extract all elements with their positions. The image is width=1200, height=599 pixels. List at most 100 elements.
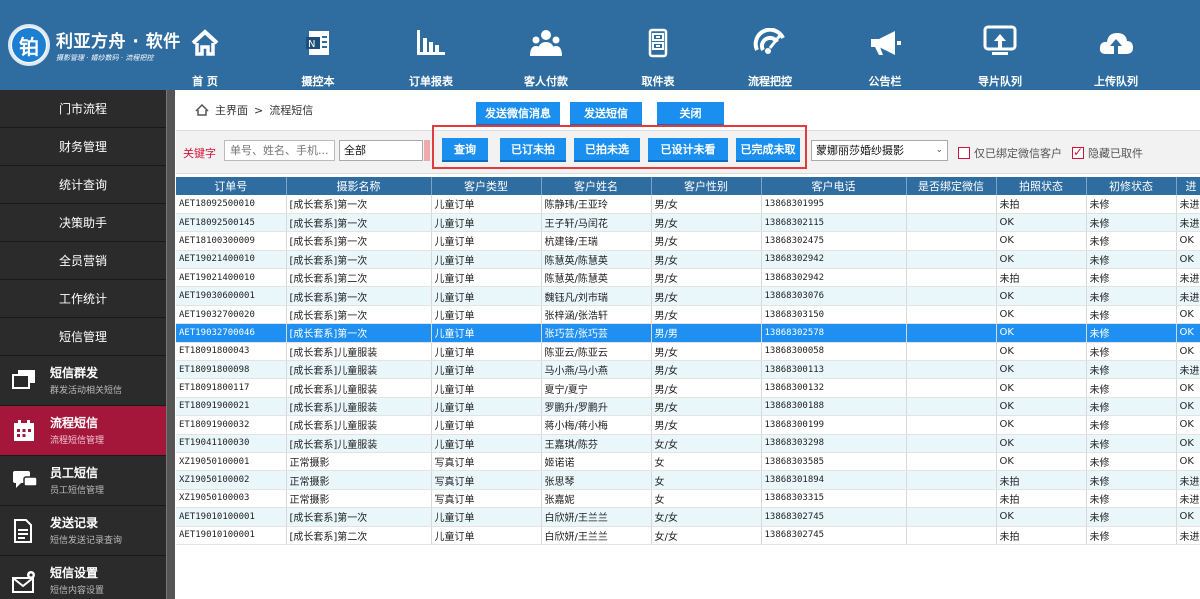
nav-home[interactable]: 首 页: [155, 0, 255, 90]
table-row[interactable]: AET18092500010 [成长套系]第一次 儿童订单 陈静玮/王亚玲 男/女 138…: [176, 195, 1200, 214]
sidebar-item-sms-management[interactable]: 短信管理: [0, 318, 166, 356]
table-cell: OK: [996, 342, 1087, 362]
completed-unpicked-button[interactable]: 已完成未取: [736, 138, 800, 162]
send-wechat-button[interactable]: 发送微信消息: [476, 102, 560, 126]
sidebar-item-statistics[interactable]: 统计查询: [0, 166, 166, 204]
sidebar-item-label: 短信管理: [58, 330, 107, 344]
table-row[interactable]: XZ19050100002 正常摄影 写真订单 张思琴女 13868301894 未拍 未修…: [176, 470, 1200, 490]
scope-select[interactable]: 全部: [339, 140, 423, 161]
table-cell: 儿童订单: [431, 526, 542, 545]
table-row[interactable]: AET19010100001 [成长套系]第二次 儿童订单 白欣妍/王兰兰 女/女 138…: [176, 526, 1200, 545]
table-cell: 13868303150: [761, 305, 907, 325]
nav-upload-queue[interactable]: 上传队列: [1066, 0, 1166, 90]
table-row[interactable]: AET19032700046 [成长套系]第一次 儿童订单 张巧芸/张巧芸 男/男 138…: [176, 323, 1200, 343]
table-cell: 男/女: [651, 360, 762, 380]
table-cell: AET19010100001: [176, 507, 287, 527]
sidebar-item-work-stats[interactable]: 工作统计: [0, 280, 166, 318]
column-header[interactable]: 客户姓名: [541, 177, 652, 195]
nav-customer-payment[interactable]: 客人付款: [496, 0, 596, 90]
scope-select-arrow[interactable]: [424, 140, 430, 161]
sidebar-item-sms-broadcast[interactable]: 短信群发 群发活动相关短信: [0, 356, 166, 406]
ordered-unshot-button[interactable]: 已订未拍: [500, 138, 566, 162]
column-header[interactable]: 是否绑定微信: [906, 177, 997, 195]
column-header[interactable]: 进: [1176, 177, 1200, 195]
table-row[interactable]: ET18091800043 [成长套系]儿童服装 儿童订单 陈亚云/陈亚云 男/女 138…: [176, 342, 1200, 362]
table-row[interactable]: AET19030600001 [成长套系]第一次 儿童订单 魏钰凡/刘市瑞 男/女 138…: [176, 286, 1200, 306]
table-cell: 张巧芸/张巧芸: [541, 323, 652, 343]
column-header[interactable]: 客户电话: [761, 177, 907, 195]
nav-order-report[interactable]: 订单报表: [381, 0, 481, 90]
column-header[interactable]: 客户性别: [651, 177, 762, 195]
only-bound-wechat-checkbox[interactable]: 仅已绑定微信客户: [958, 145, 1062, 161]
table-cell: 13868300058: [761, 342, 907, 362]
column-header[interactable]: 客户类型: [431, 177, 542, 195]
table-cell: 13868302745: [761, 526, 907, 545]
checkbox-box[interactable]: [958, 147, 970, 159]
close-button[interactable]: 关闭: [657, 102, 724, 126]
table-cell: 儿童订单: [431, 268, 542, 288]
hide-picked-checkbox[interactable]: 隐藏已取件: [1072, 145, 1143, 161]
table-cell: OK: [1176, 378, 1200, 398]
table-cell: [906, 489, 997, 509]
table-row[interactable]: ET18091900032 [成长套系]儿童服装 儿童订单 蒋小梅/蒋小梅 男/女 138…: [176, 415, 1200, 435]
table-row[interactable]: AET19032700020 [成长套系]第一次 儿童订单 张梓涵/张浩轩 男/女 138…: [176, 305, 1200, 325]
table-row[interactable]: XZ19050100003 正常摄影 写真订单 张嘉妮女 13868303315 未拍 未修…: [176, 489, 1200, 509]
nav-photo-export-queue[interactable]: 导片队列: [950, 0, 1050, 90]
sidebar-item-decision[interactable]: 决策助手: [0, 204, 166, 242]
table-cell: 未修: [1086, 195, 1177, 214]
table-row[interactable]: AET19010100001 [成长套系]第一次 儿童订单 白欣妍/王兰兰 女/女 138…: [176, 507, 1200, 527]
sidebar-item-finance[interactable]: 财务管理: [0, 128, 166, 166]
table-cell: [成长套系]儿童服装: [286, 415, 432, 435]
table-cell: 儿童订单: [431, 286, 542, 306]
sidebar-item-process-sms[interactable]: 流程短信 流程短信管理: [0, 406, 166, 456]
table-row[interactable]: AET19021400010 [成长套系]第二次 儿童订单 陈慧英/陈慧英 男/女 138…: [176, 268, 1200, 288]
table-row[interactable]: ET18091800098 [成长套系]儿童服装 儿童订单 马小燕/马小燕 男/女 138…: [176, 360, 1200, 380]
sidebar-item-staff-sms[interactable]: 员工短信 员工短信管理: [0, 456, 166, 506]
table-row[interactable]: XZ19050100001 正常摄影 写真订单 姬诺诺女 13868303585 OK 未修…: [176, 452, 1200, 472]
table-cell: 女/女: [651, 526, 762, 545]
sidebar-item-sms-settings[interactable]: 短信设置 短信内容设置: [0, 556, 166, 599]
designed-unviewed-button[interactable]: 已设计未看: [648, 138, 728, 162]
table-row[interactable]: ET18091900021 [成长套系]儿童服装 儿童订单 罗鹏升/罗鹏升 男/女 138…: [176, 397, 1200, 417]
store-select[interactable]: 蒙娜丽莎婚纱摄影 ⌄: [811, 140, 948, 161]
table-row[interactable]: AET19021400010 [成长套系]第一次 儿童订单 陈慧英/陈慧英 男/女 138…: [176, 250, 1200, 270]
table-cell: [成长套系]儿童服装: [286, 378, 432, 398]
sidebar-item-store-process[interactable]: 门市流程: [0, 90, 166, 128]
column-header[interactable]: 拍照状态: [996, 177, 1087, 195]
keyword-input[interactable]: [224, 140, 335, 161]
table-cell: 未修: [1086, 231, 1177, 251]
sidebar-scrollbar[interactable]: [166, 90, 175, 599]
shot-unselected-button[interactable]: 已拍未选: [574, 138, 640, 162]
table-cell: 儿童订单: [431, 195, 542, 214]
sidebar-item-send-records[interactable]: 发送记录 短信发送记录查询: [0, 506, 166, 556]
table-row[interactable]: ET19041100030 [成长套系]儿童服装 儿童订单 王嘉琪/陈芬 女/女 1386…: [176, 434, 1200, 453]
sidebar-item-marketing[interactable]: 全员营销: [0, 242, 166, 280]
logo-badge: 铂: [8, 24, 50, 66]
sidebar-item-subtitle: 员工短信管理: [50, 486, 105, 496]
table-row[interactable]: AET18092500145 [成长套系]第一次 儿童订单 王子轩/马闰花 男/女 138…: [176, 213, 1200, 233]
table-cell: 蒋小梅/蒋小梅: [541, 415, 652, 435]
send-sms-button[interactable]: 发送短信: [570, 102, 642, 126]
query-button[interactable]: 查询: [442, 138, 488, 162]
table-cell: 未修: [1086, 286, 1177, 306]
nav-process-control[interactable]: 流程把控: [720, 0, 820, 90]
cabinet-icon: [648, 28, 668, 58]
nav-pickup-table[interactable]: 取件表: [608, 0, 708, 90]
sidebar-item-subtitle: 群发活动相关短信: [50, 386, 123, 396]
table-cell: 未修: [1086, 434, 1177, 453]
table-cell: 儿童订单: [431, 250, 542, 270]
table-cell: OK: [996, 397, 1087, 417]
column-header[interactable]: 订单号: [176, 177, 287, 195]
table-row[interactable]: AET18100300009 [成长套系]第一次 儿童订单 杭建锋/王瑞 男/女 1386…: [176, 231, 1200, 251]
nav-notebook[interactable]: N 摄控本: [268, 0, 368, 90]
table-row[interactable]: ET18091800117 [成长套系]儿童服装 儿童订单 夏宁/夏宁 男/女 13868…: [176, 378, 1200, 398]
column-header[interactable]: 摄影名称: [286, 177, 432, 195]
table-cell: 未拍: [996, 195, 1087, 214]
column-header[interactable]: 初修状态: [1086, 177, 1177, 195]
breadcrumb-home[interactable]: 主界面: [215, 102, 248, 118]
table-cell: OK: [996, 286, 1087, 306]
nav-bulletin[interactable]: 公告栏: [835, 0, 935, 90]
table-cell: 男/女: [651, 305, 762, 325]
table-cell: 男/女: [651, 415, 762, 435]
checkbox-box[interactable]: [1072, 145, 1084, 159]
